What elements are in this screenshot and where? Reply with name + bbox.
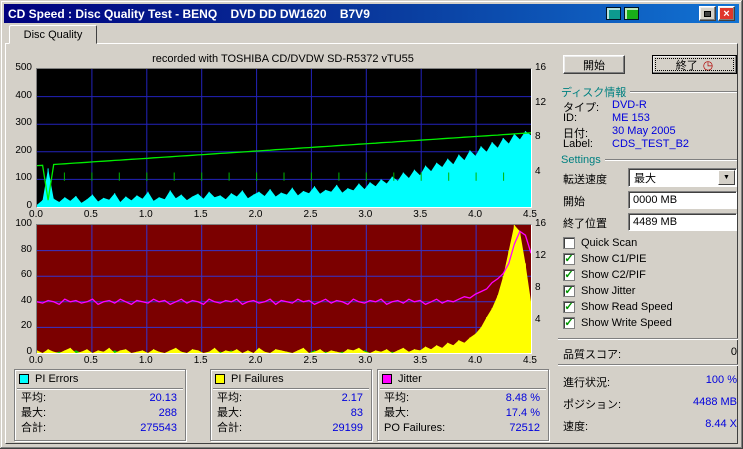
disc-id-label: ID: <box>563 112 578 124</box>
show-c2-pif-checkbox[interactable]: ✓ <box>563 269 575 281</box>
tab-disc-quality[interactable]: Disc Quality <box>9 25 97 44</box>
progress-row: 進行状況: 100 % <box>563 374 737 390</box>
checkbox-row-show-c1-pie[interactable]: ✓ Show C1/PIE <box>563 253 646 265</box>
quick-scan-checkbox[interactable] <box>563 237 575 249</box>
pi-errors-chart <box>36 68 532 208</box>
settings-header: Settings <box>561 154 737 166</box>
quality-score-label: 品質スコア: <box>563 349 622 361</box>
stat-value: 83 <box>350 407 363 419</box>
show-c1-pie-checkbox[interactable]: ✓ <box>563 253 575 265</box>
disc-label-value: CDS_TEST_B2 <box>612 138 690 150</box>
start-position-input[interactable] <box>628 191 737 209</box>
checkbox-label: Show Write Speed <box>581 317 672 329</box>
checkbox-row-show-c2-pif[interactable]: ✓ Show C2/PIF <box>563 269 646 281</box>
stats-title: PI Errors <box>35 373 79 385</box>
quality-score-value: 0 <box>730 346 737 358</box>
stat-label: 合計: <box>217 422 243 434</box>
chart-recorded-with-label: recorded with TOSHIBA CD/DVDW SD-R5372 v… <box>152 53 414 65</box>
end-position-label: 終了位置 <box>563 218 607 230</box>
stat-value: 275543 <box>140 422 177 434</box>
disc-info-header: ディスク情報 <box>561 84 737 100</box>
show-write-speed-checkbox[interactable]: ✓ <box>563 317 575 329</box>
divider <box>558 338 738 340</box>
stat-value: 288 <box>158 407 177 419</box>
stat-label: PO Failures: <box>384 422 446 434</box>
minimize-button[interactable] <box>699 6 716 21</box>
stat-value: 20.13 <box>149 392 177 404</box>
stat-label: 最大: <box>384 407 410 419</box>
stat-label: 最大: <box>217 407 243 419</box>
divider <box>17 388 183 390</box>
divider <box>213 388 369 390</box>
speed-value: 8.44 X <box>705 418 737 430</box>
pi-failures-swatch <box>215 374 225 384</box>
checkbox-label: Show C1/PIE <box>581 253 647 265</box>
titlebar[interactable]: CD Speed : Disc Quality Test - BENQ DVD … <box>4 4 739 23</box>
speed-select-value: 最大 <box>634 172 656 185</box>
jitter-swatch <box>382 374 392 384</box>
checkbox-row-quick-scan[interactable]: Quick Scan <box>563 237 637 249</box>
stats-title: PI Failures <box>231 373 284 385</box>
close-icon: × <box>723 7 730 20</box>
stat-label: 平均: <box>384 392 410 404</box>
start-button[interactable]: 開始 <box>563 55 625 74</box>
divider <box>630 91 737 93</box>
position-value: 4488 MB <box>692 396 737 408</box>
stat-value: 29199 <box>332 422 363 434</box>
position-row: ポジション: 4488 MB <box>563 396 737 412</box>
stat-label: 平均: <box>217 392 243 404</box>
pi-failures-stats-box: PI Failures 平均: 2.17 最大: 83 合計: 29199 <box>210 369 372 441</box>
speed-label: 転送速度 <box>563 174 607 186</box>
pif-jitter-chart <box>36 224 532 354</box>
speed-value-label: 速度: <box>563 421 589 433</box>
speed-select[interactable]: 最大 ▼ <box>628 168 737 187</box>
stat-label: 合計: <box>21 422 47 434</box>
divider <box>380 388 546 390</box>
stat-value: 72512 <box>509 422 540 434</box>
stat-label: 平均: <box>21 392 47 404</box>
close-button[interactable]: × <box>718 6 735 21</box>
checkbox-row-show-write-speed[interactable]: ✓ Show Write Speed <box>563 317 672 329</box>
checkbox-label: Quick Scan <box>581 237 638 249</box>
disc-info-header-label: ディスク情報 <box>561 87 627 99</box>
start-position-label: 開始 <box>563 196 585 208</box>
speed-row: 速度: 8.44 X <box>563 418 737 434</box>
checkbox-row-show-jitter[interactable]: ✓ Show Jitter <box>563 285 635 297</box>
window-title: CD Speed : Disc Quality Test - BENQ DVD … <box>8 6 370 21</box>
disc-label-label: Label: <box>563 138 593 150</box>
quality-score-row: 品質スコア: 0 <box>563 346 737 362</box>
stat-value: 17.4 % <box>505 407 540 419</box>
progress-value: 100 % <box>705 374 737 386</box>
show-jitter-checkbox[interactable]: ✓ <box>563 285 575 297</box>
app-window: CD Speed : Disc Quality Test - BENQ DVD … <box>0 0 743 449</box>
position-label: ポジション: <box>563 399 622 411</box>
show-read-speed-checkbox[interactable]: ✓ <box>563 301 575 313</box>
stop-button-label: 終了 <box>675 59 698 72</box>
stat-label: 最大: <box>21 407 47 419</box>
jitter-stats-box: Jitter 平均: 8.48 % 最大: 17.4 % PO Failures: 7… <box>377 369 549 441</box>
divider <box>604 159 737 161</box>
stat-value: 8.48 % <box>505 392 540 404</box>
checkbox-label: Show C2/PIF <box>581 269 646 281</box>
pi-errors-stats-box: PI Errors 平均: 20.13 最大: 288 合計: 275543 <box>14 369 186 441</box>
progress-label: 進行状況: <box>563 377 611 389</box>
checkbox-row-show-read-speed[interactable]: ✓ Show Read Speed <box>563 301 673 313</box>
minimize-icon <box>704 10 711 17</box>
drive-icon[interactable] <box>624 7 639 20</box>
end-position-input[interactable] <box>628 213 737 231</box>
divider <box>558 364 738 366</box>
settings-header-label: Settings <box>561 154 601 166</box>
clock-icon: ◷ <box>702 57 714 72</box>
disc-id-value: ME 153 <box>612 112 650 124</box>
chart-icon[interactable] <box>606 7 621 20</box>
stop-button[interactable]: 終了 ◷ <box>652 55 737 74</box>
checkbox-label: Show Read Speed <box>581 301 673 313</box>
checkbox-label: Show Jitter <box>581 285 636 297</box>
stat-value: 2.17 <box>341 392 363 404</box>
pi-errors-swatch <box>19 374 29 384</box>
chevron-down-icon[interactable]: ▼ <box>718 170 735 185</box>
stats-title: Jitter <box>398 373 422 385</box>
